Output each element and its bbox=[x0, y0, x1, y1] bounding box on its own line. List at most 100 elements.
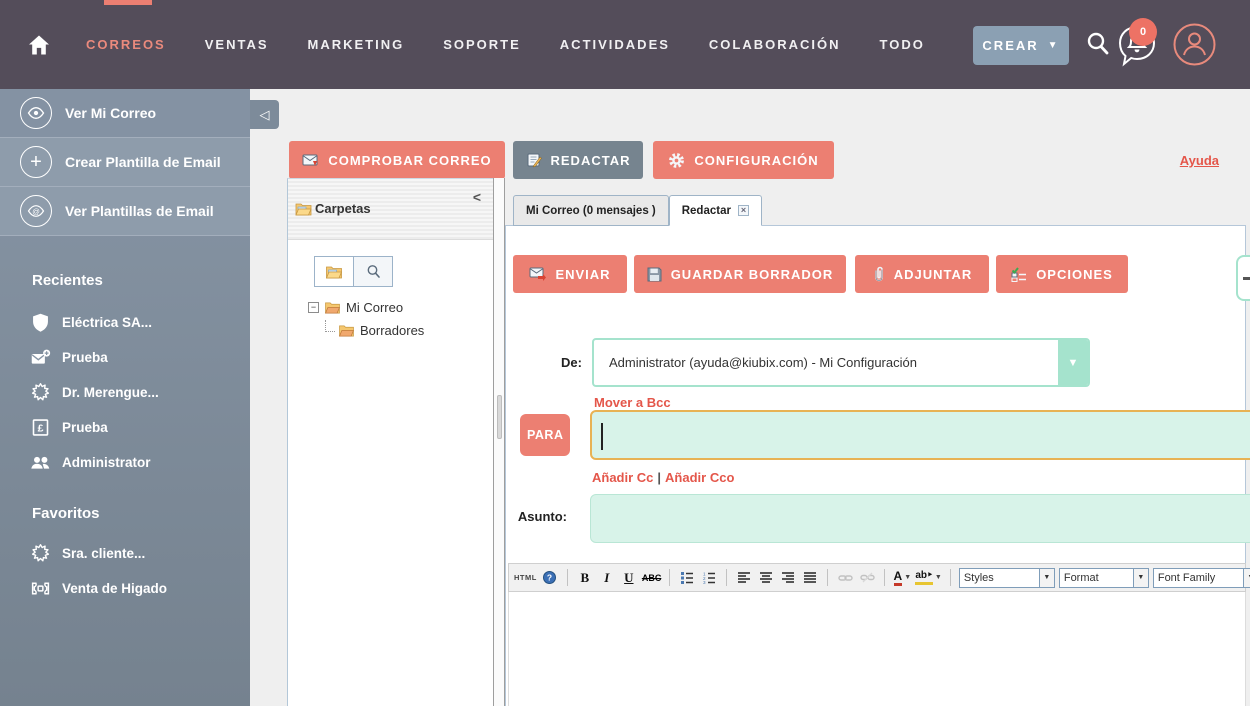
tree-collapse-icon[interactable]: − bbox=[308, 302, 319, 313]
help-button[interactable]: ? bbox=[541, 568, 559, 588]
sidebar: Ver Mi Correo + Crear Plantilla de Email… bbox=[0, 89, 250, 706]
folder-icon bbox=[324, 301, 341, 314]
svg-text:3: 3 bbox=[703, 580, 706, 584]
favorite-item-sra-cliente[interactable]: Sra. cliente... bbox=[0, 542, 250, 564]
chevron-down-icon: ▼ bbox=[1058, 340, 1088, 385]
remove-link-button[interactable] bbox=[858, 568, 876, 588]
align-left-icon bbox=[737, 571, 751, 584]
folders-collapse-button[interactable]: < bbox=[473, 189, 481, 205]
text-color-button[interactable]: A ▼ bbox=[893, 568, 911, 588]
align-center-button[interactable] bbox=[757, 568, 775, 588]
align-right-button[interactable] bbox=[779, 568, 797, 588]
folders-title-label: Carpetas bbox=[315, 201, 371, 216]
guardar-borrador-button[interactable]: GUARDAR BORRADOR bbox=[634, 255, 846, 293]
html-source-button[interactable]: HTML bbox=[514, 568, 537, 588]
toolbar-separator bbox=[827, 569, 828, 586]
recent-item-electrica[interactable]: Eléctrica SA... bbox=[0, 311, 250, 333]
align-left-button[interactable] bbox=[735, 568, 753, 588]
enviar-button[interactable]: ENVIAR bbox=[513, 255, 627, 293]
folder-node-borradores[interactable]: Borradores bbox=[325, 320, 424, 340]
tab-mi-correo[interactable]: Mi Correo (0 mensajes ) bbox=[513, 195, 669, 226]
align-justify-button[interactable] bbox=[801, 568, 819, 588]
button-label: OPCIONES bbox=[1036, 267, 1113, 282]
sidebar-item-ver-mi-correo[interactable]: Ver Mi Correo bbox=[0, 89, 250, 138]
splitter-handle[interactable] bbox=[497, 395, 502, 439]
menu-item-correos[interactable]: CORREOS bbox=[80, 31, 172, 58]
anadir-cco-link[interactable]: Añadir Cco bbox=[665, 470, 734, 485]
asunto-label: Asunto: bbox=[517, 509, 567, 524]
font-family-select[interactable]: Font Family ▼ bbox=[1153, 568, 1250, 588]
folder-node-label: Borradores bbox=[360, 323, 424, 338]
recent-item-administrator[interactable]: Administrator bbox=[0, 451, 250, 473]
folders-panel: Carpetas < − Mi Correo bbox=[287, 178, 493, 706]
search-icon bbox=[1084, 30, 1112, 58]
button-label: ADJUNTAR bbox=[894, 267, 973, 282]
favorite-item-venta-higado[interactable]: Venta de Higado bbox=[0, 577, 250, 599]
anadir-cc-link[interactable]: Añadir Cc bbox=[592, 470, 653, 485]
crear-button[interactable]: CREAR ▼ bbox=[973, 26, 1069, 65]
recent-item-label: Administrator bbox=[62, 455, 151, 470]
comprobar-correo-button[interactable]: COMPROBAR CORREO bbox=[289, 141, 505, 179]
menu-item-marketing[interactable]: MARKETING bbox=[302, 31, 411, 58]
folder-node-label: Mi Correo bbox=[346, 300, 403, 315]
search-icon bbox=[366, 264, 381, 279]
recent-item-prueba-invoice[interactable]: £ Prueba bbox=[0, 416, 250, 438]
eye-icon bbox=[20, 97, 52, 129]
panel-splitter[interactable] bbox=[493, 178, 505, 706]
user-avatar-button[interactable] bbox=[1173, 23, 1216, 66]
mover-a-bcc-link[interactable]: Mover a Bcc bbox=[594, 395, 671, 410]
from-select[interactable]: Administrator (ayuda@kiubix.com) - Mi Co… bbox=[592, 338, 1090, 387]
tab-redactar[interactable]: Redactar × bbox=[669, 195, 762, 226]
ayuda-link[interactable]: Ayuda bbox=[1180, 153, 1219, 168]
sidebar-item-ver-plantillas[interactable]: @ Ver Plantillas de Email bbox=[0, 187, 250, 236]
configuracion-button[interactable]: CONFIGURACIÓN bbox=[653, 141, 834, 179]
eye-at-icon: @ bbox=[20, 195, 52, 227]
menu-item-todo[interactable]: TODO bbox=[874, 31, 931, 58]
notification-count: 0 bbox=[1140, 26, 1146, 38]
crear-label: CREAR bbox=[982, 38, 1038, 53]
search-button[interactable] bbox=[1084, 30, 1112, 58]
opciones-button[interactable]: OPCIONES bbox=[996, 255, 1128, 293]
folders-tab[interactable] bbox=[314, 256, 354, 287]
sidebar-item-crear-plantilla[interactable]: + Crear Plantilla de Email bbox=[0, 138, 250, 187]
strikethrough-button[interactable]: ABC bbox=[642, 568, 662, 588]
folders-search-tab[interactable] bbox=[353, 256, 393, 287]
link-icon bbox=[838, 573, 853, 583]
unlink-icon bbox=[860, 572, 875, 583]
menu-item-actividades[interactable]: ACTIVIDADES bbox=[554, 31, 676, 58]
sidebar-collapse-button[interactable]: ◁ bbox=[250, 100, 279, 129]
menu-item-colaboracion[interactable]: COLABORACIÓN bbox=[703, 31, 847, 58]
message-body-editor[interactable] bbox=[508, 592, 1246, 706]
italic-button[interactable]: I bbox=[598, 568, 616, 588]
favorite-item-label: Sra. cliente... bbox=[62, 546, 145, 561]
para-button[interactable]: PARA bbox=[520, 414, 570, 456]
underline-button[interactable]: U bbox=[620, 568, 638, 588]
adjuntar-button[interactable]: ADJUNTAR bbox=[855, 255, 989, 293]
to-input[interactable] bbox=[590, 410, 1250, 460]
subject-input[interactable] bbox=[590, 494, 1250, 543]
button-label: ENVIAR bbox=[555, 267, 610, 282]
collapsed-side-handle[interactable] bbox=[1236, 255, 1250, 301]
menu-item-soporte[interactable]: SOPORTE bbox=[437, 31, 527, 58]
recent-item-label: Dr. Merengue... bbox=[62, 385, 159, 400]
styles-select[interactable]: Styles ▼ bbox=[959, 568, 1055, 588]
sidebar-item-label: Crear Plantilla de Email bbox=[65, 154, 221, 170]
redactar-button[interactable]: REDACTAR bbox=[513, 141, 643, 179]
menu-item-ventas[interactable]: VENTAS bbox=[199, 31, 275, 58]
bold-button[interactable]: B bbox=[576, 568, 594, 588]
numbered-list-button[interactable]: 123 bbox=[700, 568, 718, 588]
tab-label: Mi Correo (0 mensajes ) bbox=[526, 205, 656, 217]
close-icon[interactable]: × bbox=[738, 205, 749, 216]
folder-node-mi-correo[interactable]: − Mi Correo bbox=[308, 297, 424, 317]
highlight-color-button[interactable]: ab‣ ▼ bbox=[915, 568, 942, 588]
recent-item-prueba-email[interactable]: Prueba bbox=[0, 346, 250, 368]
insert-link-button[interactable] bbox=[836, 568, 854, 588]
home-button[interactable] bbox=[27, 33, 51, 57]
chevron-down-icon: ▼ bbox=[1243, 569, 1250, 587]
text-cursor bbox=[601, 423, 603, 450]
svg-text:£: £ bbox=[38, 422, 44, 434]
bullet-list-button[interactable] bbox=[678, 568, 696, 588]
recent-item-dr-merengue[interactable]: Dr. Merengue... bbox=[0, 381, 250, 403]
format-select[interactable]: Format ▼ bbox=[1059, 568, 1149, 588]
toolbar-separator bbox=[567, 569, 568, 586]
